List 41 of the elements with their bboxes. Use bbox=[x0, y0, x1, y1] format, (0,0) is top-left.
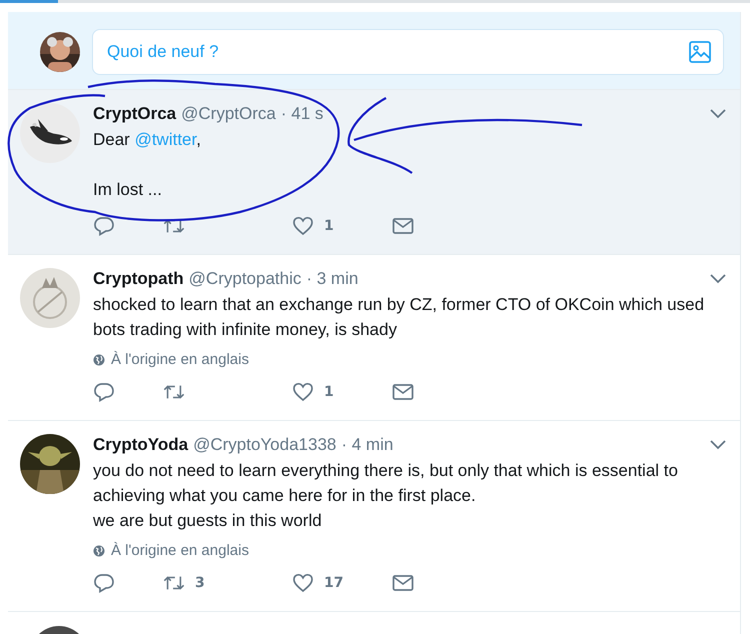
tweet-text: we are but guests in this world bbox=[93, 511, 322, 530]
chevron-down-icon[interactable] bbox=[710, 109, 726, 119]
tweet-card[interactable]: CryptOrca @CryptOrca · 41 s Dear @twitter, Im lost ... 1 bbox=[8, 90, 740, 255]
display-name[interactable]: Cryptopath bbox=[93, 268, 184, 290]
reply-icon[interactable] bbox=[93, 573, 115, 593]
heart-icon[interactable] bbox=[292, 216, 314, 236]
chevron-down-icon[interactable] bbox=[710, 440, 726, 450]
chevron-down-icon[interactable] bbox=[710, 274, 726, 284]
compose-field[interactable]: Quoi de neuf ? bbox=[92, 29, 724, 75]
image-icon[interactable] bbox=[689, 41, 711, 63]
tweet-text: shocked to learn that an exchange run by CZ, former CTO of OKCoin which used bots trading with infinite money, is shady bbox=[93, 295, 704, 339]
display-name[interactable]: CryptOrca bbox=[93, 103, 176, 125]
timestamp[interactable]: · 3 min bbox=[306, 268, 358, 290]
mail-icon[interactable] bbox=[392, 382, 414, 402]
timestamp[interactable]: · 4 min bbox=[341, 434, 394, 456]
mention-link[interactable]: @twitter bbox=[134, 130, 196, 149]
translation-note[interactable]: À l'origine en anglais bbox=[111, 351, 249, 368]
reply-icon[interactable] bbox=[93, 216, 115, 236]
user-handle[interactable]: @CryptoYoda1338 bbox=[193, 434, 336, 456]
user-handle[interactable]: @CryptOrca bbox=[181, 103, 276, 125]
compose-input[interactable]: Quoi de neuf ? bbox=[105, 41, 689, 63]
mail-icon[interactable] bbox=[392, 573, 414, 593]
tweet-text: Im lost ... bbox=[93, 180, 162, 199]
retweet-count: 3 bbox=[195, 575, 205, 591]
heart-icon[interactable] bbox=[292, 382, 314, 402]
globe-icon bbox=[93, 544, 105, 556]
like-count: 1 bbox=[324, 218, 334, 234]
user-handle[interactable]: @Cryptopathic bbox=[188, 268, 302, 290]
display-name[interactable]: CryptoYoda bbox=[93, 434, 188, 456]
tweet-text: Dear bbox=[93, 130, 131, 149]
tweet-text: , bbox=[196, 130, 201, 149]
active-tab-indicator bbox=[0, 0, 58, 3]
tweet-text: you do not need to learn everything there is, but only that which is essential to achieving what you came here for in the first place. bbox=[93, 461, 678, 505]
like-count: 17 bbox=[324, 575, 344, 591]
like-count: 1 bbox=[324, 384, 334, 400]
heart-icon[interactable] bbox=[292, 573, 314, 593]
globe-icon bbox=[93, 354, 105, 366]
translation-note[interactable]: À l'origine en anglais bbox=[111, 542, 249, 559]
reply-icon[interactable] bbox=[93, 382, 115, 402]
mail-icon[interactable] bbox=[392, 216, 414, 236]
timestamp[interactable]: · 41 s bbox=[280, 103, 324, 125]
